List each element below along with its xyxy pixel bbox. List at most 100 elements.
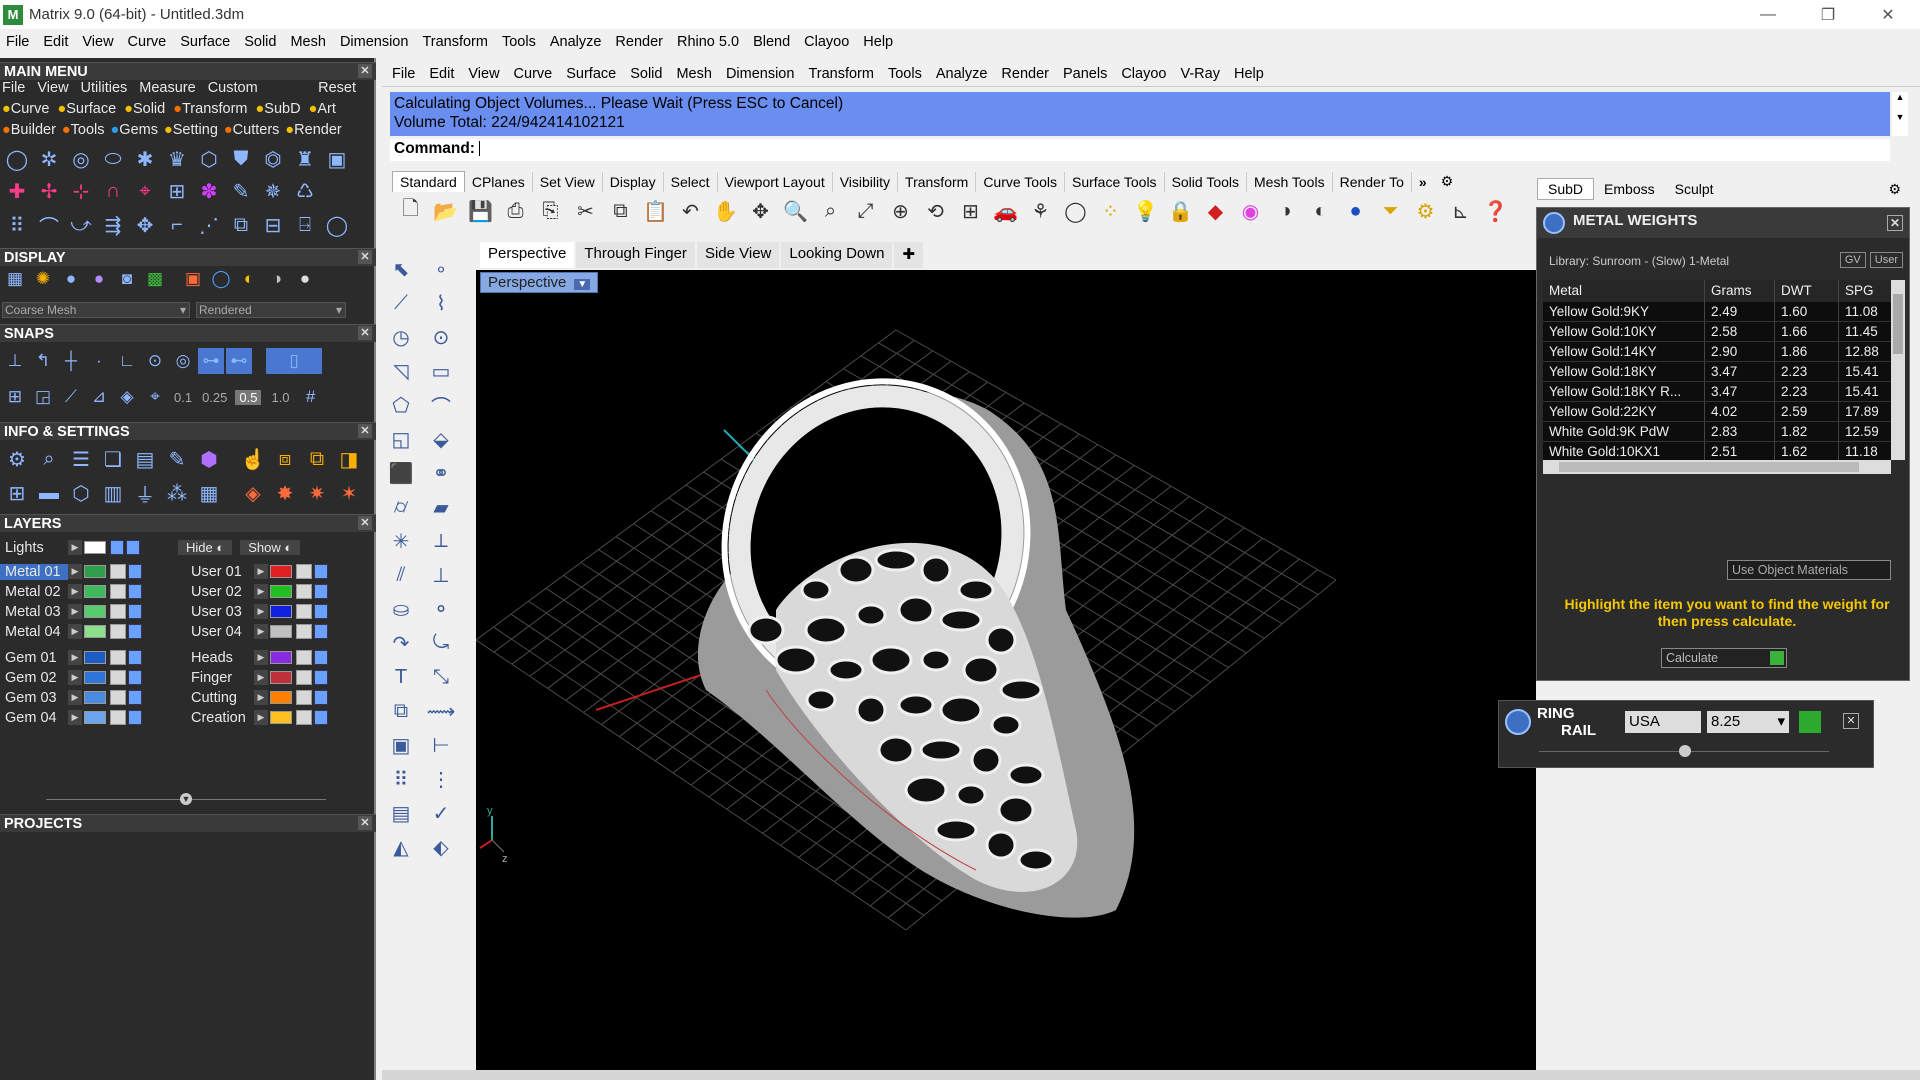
table-row[interactable]: Yellow Gold:14KY 2.90 1.86 12.88 (1543, 342, 1891, 362)
gem-b-icon[interactable]: ✸ (270, 478, 300, 508)
close-icon[interactable]: ✕ (358, 326, 372, 340)
multi-cross-icon[interactable]: ✢ (34, 176, 64, 206)
snap-tan-icon[interactable]: ⊷ (226, 348, 252, 374)
expand-arrow-icon[interactable]: ▶ (68, 670, 82, 685)
env-icon[interactable]: ◙ (114, 266, 140, 292)
display-mode-select[interactable]: Rendered ▾ (196, 302, 346, 318)
circle-tool-icon[interactable]: ◎ (66, 144, 96, 174)
lock-icon[interactable] (296, 710, 312, 725)
snap-toggle-icon[interactable]: ▯ (266, 348, 322, 374)
builder-tool-icon[interactable]: ♜ (290, 144, 320, 174)
show-button[interactable]: Show ◐ (240, 540, 301, 555)
mm-utilities[interactable]: Utilities (81, 80, 128, 98)
rmenu-vray[interactable]: V-Ray (1180, 66, 1220, 82)
stack-icon[interactable]: ☰ (66, 444, 96, 474)
orbit-tool-icon[interactable]: ◯ (322, 210, 352, 240)
minimize-button[interactable]: — (1740, 0, 1796, 29)
layer-name[interactable]: Gem 01 (0, 650, 68, 666)
restore-button[interactable]: ❐ (1800, 0, 1856, 29)
curve-edit-icon[interactable]: ↷ (386, 628, 416, 658)
rmenu-file[interactable]: File (392, 66, 415, 82)
settings-icon[interactable]: ⚙ (2, 444, 32, 474)
layer-color-swatch[interactable] (84, 565, 106, 578)
tab-set-view[interactable]: Set View (533, 172, 603, 192)
lock-icon[interactable] (296, 604, 312, 619)
layer-color-swatch[interactable] (270, 565, 292, 578)
ellipse-icon[interactable]: ⊙ (426, 322, 456, 352)
table-horizontal-scrollbar[interactable] (1543, 460, 1891, 474)
cat-curve[interactable]: ●Curve (2, 101, 49, 117)
user-toggle[interactable]: User (1869, 252, 1903, 268)
layer-color-swatch[interactable] (84, 625, 106, 638)
save-icon[interactable]: 💾 (466, 197, 495, 226)
table-row[interactable]: Yellow Gold:10KY 2.58 1.66 11.45 (1543, 322, 1891, 342)
layer-name[interactable]: Heads (186, 650, 254, 666)
grid-array-icon[interactable]: ⠿ (386, 764, 416, 794)
expand-arrow-icon[interactable]: ▶ (68, 564, 82, 579)
layer-color-swatch[interactable] (84, 691, 106, 704)
menu-tools[interactable]: Tools (502, 34, 536, 50)
layer-color-swatch[interactable] (84, 585, 106, 598)
lights-visible-toggle[interactable] (110, 540, 124, 555)
mm-file[interactable]: File (2, 80, 25, 98)
undo-icon[interactable]: ↶ (676, 197, 705, 226)
close-icon[interactable]: ✕ (358, 816, 372, 830)
cat-tools[interactable]: ●Tools (62, 122, 105, 138)
four-view-icon[interactable]: ⊞ (956, 197, 985, 226)
tab-emboss[interactable]: Emboss (1594, 179, 1665, 199)
layer-color-swatch[interactable] (84, 605, 106, 618)
polygon-icon[interactable]: ⬠ (386, 390, 416, 420)
pan-icon[interactable]: ✥ (746, 197, 775, 226)
split-icon[interactable]: ⫽ (386, 560, 416, 590)
history-scrollbar[interactable]: ▲ ▼ (1892, 92, 1908, 136)
ring-tool-icon[interactable]: ⬭ (98, 144, 128, 174)
zoom-extents-icon[interactable]: ⤢ (851, 197, 880, 226)
pattern-tool-icon[interactable]: ✽ (194, 176, 224, 206)
layer-row[interactable]: Gem 03 ▶ (0, 688, 144, 707)
check-icon[interactable]: ✓ (426, 798, 456, 828)
layer-toggle[interactable] (128, 624, 142, 639)
cross-tool-icon[interactable]: ✚ (2, 176, 32, 206)
menu-analyze[interactable]: Analyze (550, 34, 602, 50)
layer-name[interactable]: Gem 04 (0, 710, 68, 726)
layer-name[interactable]: User 03 (186, 604, 254, 620)
lock-icon[interactable] (110, 670, 126, 685)
grid-snap-icon[interactable]: ⊞ (2, 384, 28, 410)
layer-color-swatch[interactable] (270, 625, 292, 638)
layer-row[interactable]: Cutting ▶ (186, 688, 330, 707)
rmenu-transform[interactable]: Transform (808, 66, 874, 82)
snap-quad-icon[interactable]: ◎ (170, 348, 196, 374)
tab-looking-down[interactable]: Looking Down (781, 242, 893, 268)
trim-icon[interactable]: ⟂ (426, 526, 456, 556)
rmenu-mesh[interactable]: Mesh (676, 66, 711, 82)
layer-toggle[interactable] (314, 690, 328, 705)
table-row[interactable]: Yellow Gold:18KY 3.47 2.23 15.41 (1543, 362, 1891, 382)
box3d-icon[interactable]: ⬡ (66, 478, 96, 508)
rmenu-view[interactable]: View (468, 66, 499, 82)
layer-name[interactable]: Metal 04 (0, 624, 68, 640)
layer-name[interactable]: Creation (186, 710, 254, 726)
shaded-icon[interactable]: ◑ (1271, 197, 1300, 226)
layer-row[interactable]: Gem 04 ▶ (0, 708, 144, 727)
zoom-selected-icon[interactable]: ⊕ (886, 197, 915, 226)
grid-icon[interactable]: # (298, 384, 324, 410)
layer-name[interactable]: Metal 01 (0, 563, 68, 580)
expand-arrow-icon[interactable]: ▶ (68, 690, 82, 705)
menu-rhino5[interactable]: Rhino 5.0 (677, 34, 739, 50)
circle-icon[interactable]: ◷ (386, 322, 416, 352)
mirror-tool-icon[interactable]: ⧉ (226, 210, 256, 240)
layer-color-swatch[interactable] (84, 671, 106, 684)
expand-arrow-icon[interactable]: ▶ (68, 540, 82, 555)
close-icon[interactable]: ✕ (1887, 215, 1903, 231)
menu-dimension[interactable]: Dimension (340, 34, 409, 50)
lock-icon[interactable] (296, 690, 312, 705)
perspective-viewport[interactable]: Perspective ▼ y z (476, 270, 1536, 1070)
book-icon[interactable]: ▥ (98, 478, 128, 508)
rmenu-clayoo[interactable]: Clayoo (1121, 66, 1166, 82)
panel-tool-icon[interactable]: ▣ (322, 144, 352, 174)
taper-tool-icon[interactable]: ⋰ (194, 210, 224, 240)
smarttrack-icon[interactable]: ⌖ (142, 384, 168, 410)
layer-toggle[interactable] (314, 584, 328, 599)
cat-cutters[interactable]: ●Cutters (224, 122, 280, 138)
menu-help[interactable]: Help (863, 34, 893, 50)
